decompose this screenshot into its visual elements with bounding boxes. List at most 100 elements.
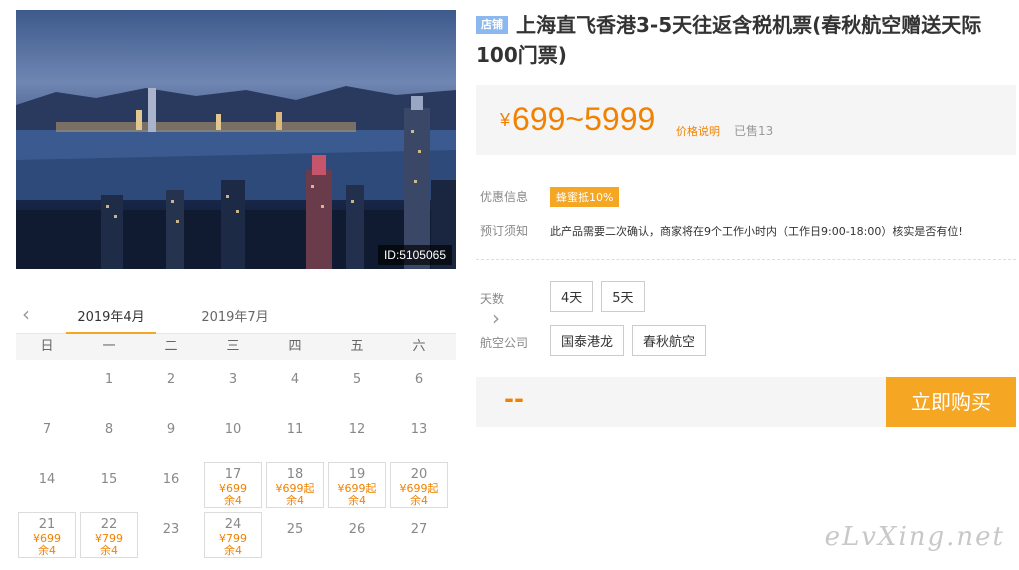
day-number: 18 [286, 467, 304, 482]
calendar-day: 14 [16, 460, 78, 510]
notice-text: 此产品需要二次确认，商家将在9个工作小时内（工作日9:00-18:00）核实是否… [550, 225, 963, 238]
purchase-bar: -- 立即购买 [476, 377, 1016, 427]
day-number: 2 [166, 372, 176, 387]
calendar-day: 1 [78, 360, 140, 410]
day-number: 26 [348, 522, 366, 537]
calendar-day: 3 [202, 360, 264, 410]
price-range: ¥699~5999 [500, 101, 655, 138]
day-number: 22 [100, 517, 118, 532]
day-stock: 余4 [224, 544, 242, 557]
calendar-day: 6 [388, 360, 450, 410]
calendar-day[interactable]: 20 ¥699起 余4 [390, 462, 448, 508]
calendar-day: 2 [140, 360, 202, 410]
price-range-value: 699~5999 [512, 101, 656, 137]
sold-count: 已售13 [734, 124, 774, 138]
airline-option-spring[interactable]: 春秋航空 [632, 325, 707, 356]
divider [476, 259, 1016, 260]
product-photo: ID:5105065 [16, 10, 456, 269]
calendar-day[interactable]: 24 ¥799 余4 [204, 512, 262, 558]
weekday-label: 日 [40, 339, 54, 354]
tab-month-july[interactable]: 2019年7月 [190, 306, 280, 325]
weekday-label: 六 [412, 339, 426, 354]
day-number: 16 [162, 472, 180, 487]
days-option-5[interactable]: 5天 [601, 281, 645, 312]
day-stock: 余4 [348, 494, 366, 507]
day-number: 27 [410, 522, 428, 537]
day-stock: 余4 [410, 494, 428, 507]
calendar-day: 16 [140, 460, 202, 510]
calendar-day: 15 [78, 460, 140, 510]
total-price: -- [504, 385, 524, 413]
day-stock: 余4 [224, 494, 242, 507]
calendar-day [16, 360, 78, 410]
calendar-day: 23 [140, 510, 202, 560]
notice-label: 预订须知 [480, 224, 529, 238]
notice-row: 预订须知 此产品需要二次确认，商家将在9个工作小时内（工作日9:00-18:00）… [480, 222, 963, 239]
image-id-label: ID:5105065 [377, 245, 452, 265]
buy-now-button[interactable]: 立即购买 [886, 377, 1016, 427]
chevron-left-icon[interactable]: ‹ [22, 304, 30, 324]
weekday-label: 三 [226, 339, 240, 354]
days-label: 天数 [480, 292, 505, 306]
day-number: 17 [224, 467, 242, 482]
day-stock: 余4 [100, 544, 118, 557]
weekday-label: 二 [164, 339, 178, 354]
price-box: ¥699~5999 价格说明 已售13 [476, 85, 1016, 155]
calendar-month-nav: ‹ 2019年4月 2019年7月 › [16, 298, 500, 334]
price-calendar: ‹ 2019年4月 2019年7月 › 日 一 二 三 四 五 六 123456… [16, 298, 500, 560]
calendar-day: 13 [388, 410, 450, 460]
calendar-day: 12 [326, 410, 388, 460]
weekday-label: 四 [288, 339, 302, 354]
day-number: 6 [414, 372, 424, 387]
watermark-text: eLvXing.net [824, 522, 1005, 552]
product-info-panel: 店铺 上海直飞香港3-5天往返含税机票(春秋航空赠送天际100门票) ¥699~5… [476, 10, 1016, 427]
day-number: 24 [224, 517, 242, 532]
calendar-day-grid: 1 2 3 4 5 6 7 8 9 10 11 12 13 14 15 16 17 ¥699 余4 18 ¥699起 余4… [16, 360, 456, 560]
day-number: 23 [162, 522, 180, 537]
days-row: 天数 4天 5天 [480, 281, 653, 312]
calendar-day[interactable]: 18 ¥699起 余4 [266, 462, 324, 508]
day-number: 3 [228, 372, 238, 387]
currency-symbol: ¥ [500, 110, 511, 130]
calendar-day[interactable]: 17 ¥699 余4 [204, 462, 262, 508]
airline-row: 航空公司 国泰港龙 春秋航空 [480, 325, 714, 356]
product-title-text: 上海直飞香港3-5天往返含税机票(春秋航空赠送天际100门票) [476, 13, 982, 67]
day-stock: 余4 [286, 494, 304, 507]
product-title: 店铺 上海直飞香港3-5天往返含税机票(春秋航空赠送天际100门票) [476, 10, 1016, 70]
day-number: 15 [100, 472, 118, 487]
day-number: 1 [104, 372, 114, 387]
day-number: 19 [348, 467, 366, 482]
price-explain-link[interactable]: 价格说明 [676, 123, 720, 139]
calendar-day: 4 [264, 360, 326, 410]
day-number: 11 [286, 422, 304, 437]
day-number: 7 [42, 422, 52, 437]
calendar-day: 25 [264, 510, 326, 560]
calendar-day: 27 [388, 510, 450, 560]
day-number: 8 [104, 422, 114, 437]
calendar-day[interactable]: 21 ¥699 余4 [18, 512, 76, 558]
hong-kong-skyline-illustration [16, 86, 456, 269]
promo-row: 优惠信息 蜂蜜抵10% [480, 187, 620, 207]
promo-badge: 蜂蜜抵10% [550, 187, 620, 207]
calendar-day: 10 [202, 410, 264, 460]
calendar-day: 8 [78, 410, 140, 460]
weekday-label: 一 [102, 339, 116, 354]
day-number: 21 [38, 517, 56, 532]
calendar-day[interactable]: 22 ¥799 余4 [80, 512, 138, 558]
calendar-day: 26 [326, 510, 388, 560]
day-number: 5 [352, 372, 362, 387]
calendar-day: 5 [326, 360, 388, 410]
shop-badge: 店铺 [476, 16, 508, 34]
tab-month-april[interactable]: 2019年4月 [66, 306, 156, 334]
calendar-day[interactable]: 19 ¥699起 余4 [328, 462, 386, 508]
day-number: 4 [290, 372, 300, 387]
days-option-4[interactable]: 4天 [550, 281, 594, 312]
calendar-weekday-header: 日 一 二 三 四 五 六 [16, 334, 456, 360]
calendar-day: 9 [140, 410, 202, 460]
day-number: 12 [348, 422, 366, 437]
airline-option-cathay-dragon[interactable]: 国泰港龙 [550, 325, 625, 356]
calendar-day: 11 [264, 410, 326, 460]
day-number: 13 [410, 422, 428, 437]
day-number: 14 [38, 472, 56, 487]
promo-label: 优惠信息 [480, 190, 529, 204]
